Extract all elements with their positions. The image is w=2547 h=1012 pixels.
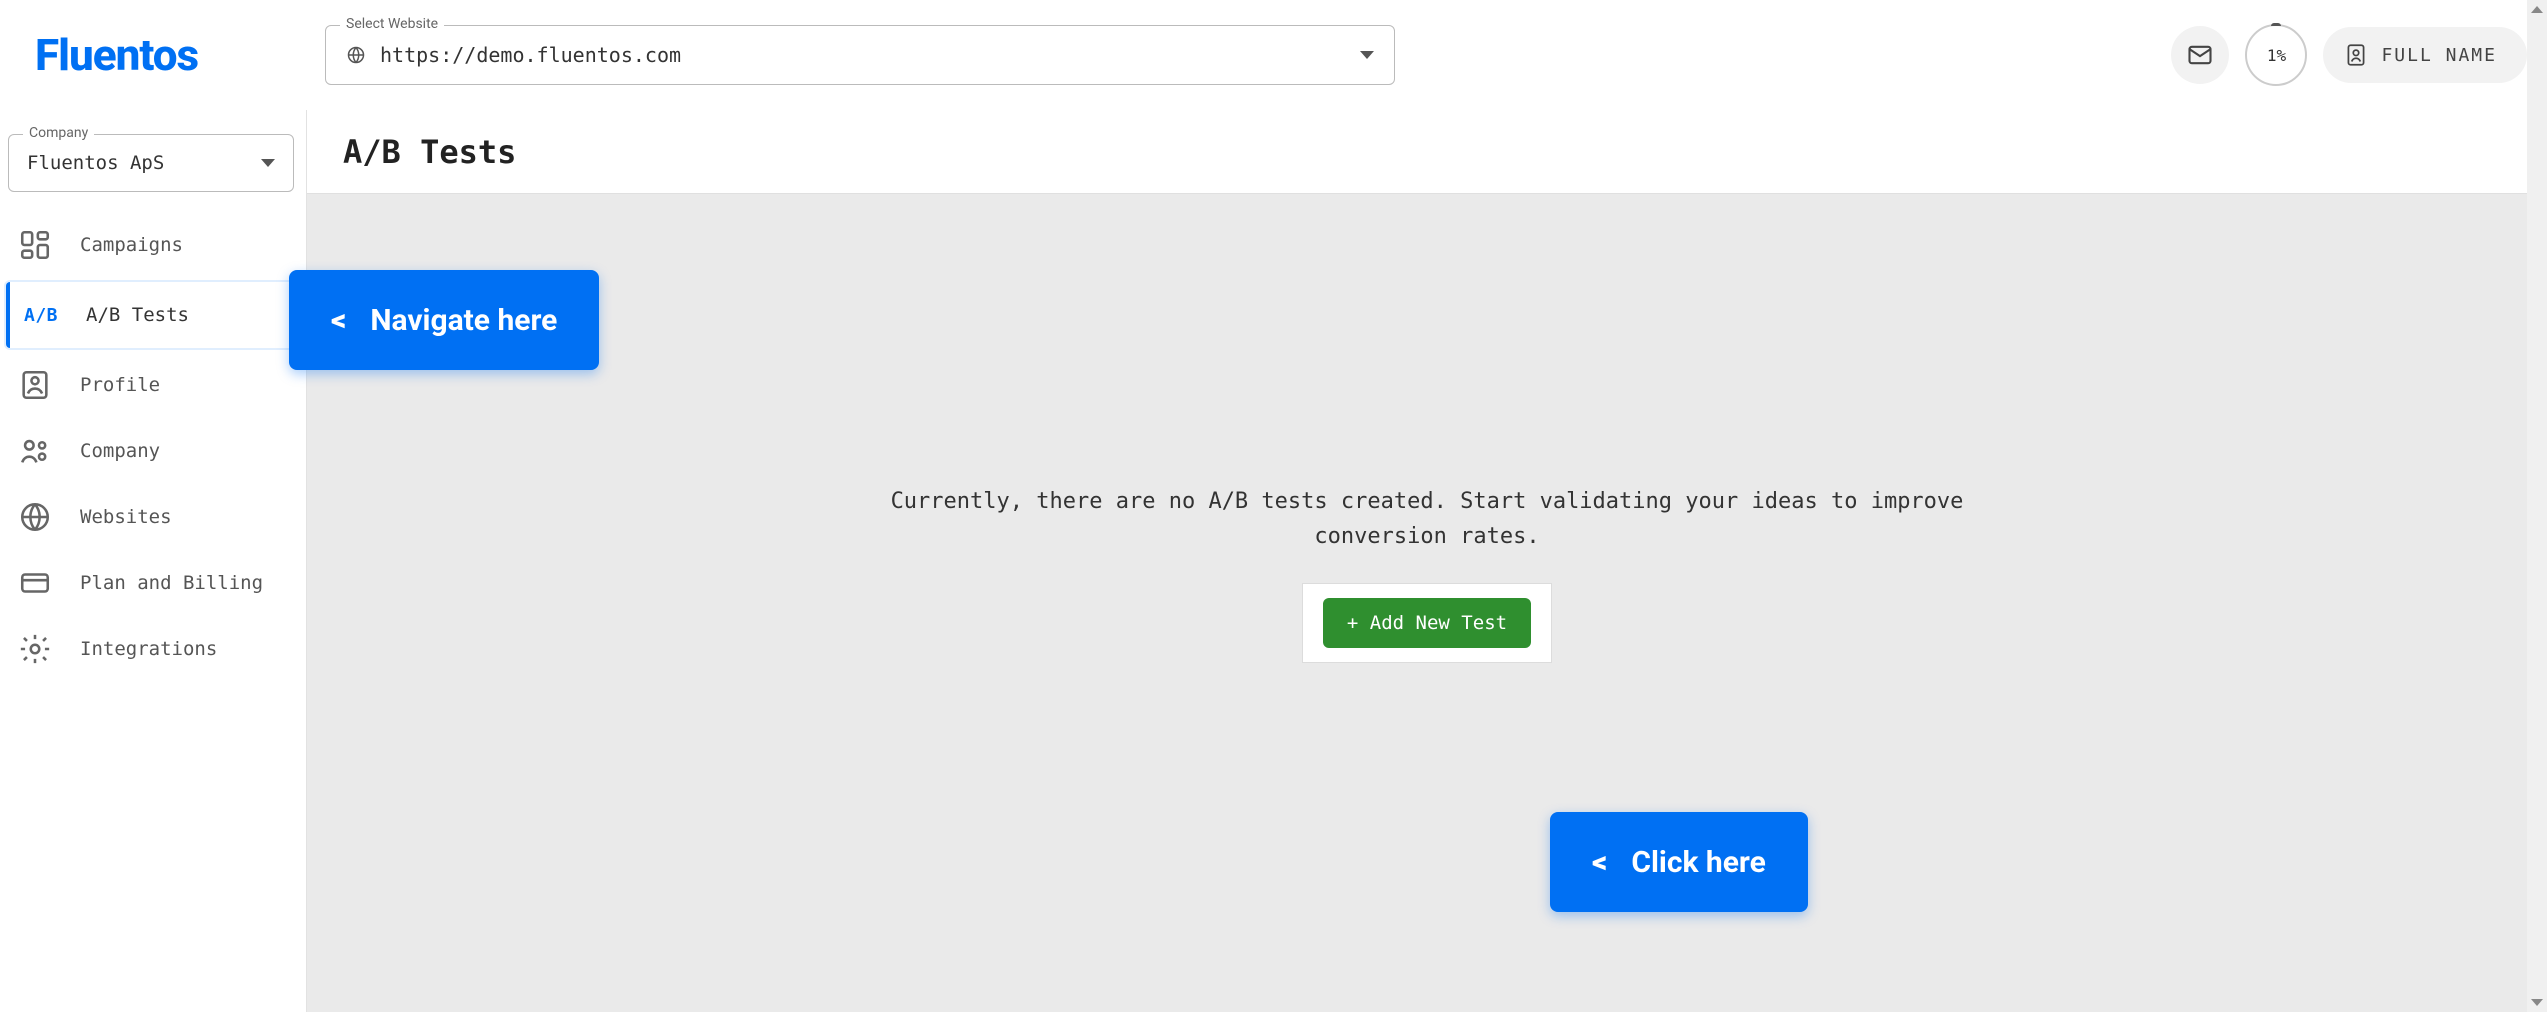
credit-card-icon: [18, 566, 52, 600]
sidebar: Company Fluentos ApS Campaigns A/B A/B T…: [0, 110, 307, 1012]
page-title: A/B Tests: [343, 133, 516, 171]
company-select-value: Fluentos ApS: [27, 152, 261, 174]
add-new-test-button[interactable]: + Add New Test: [1323, 598, 1531, 648]
ab-icon: A/B: [24, 305, 58, 326]
empty-state-text: Currently, there are no A/B tests create…: [877, 484, 1977, 554]
user-chip[interactable]: FULL NAME: [2323, 27, 2527, 83]
user-name: FULL NAME: [2381, 45, 2497, 66]
sidebar-item-label: A/B Tests: [86, 304, 189, 326]
sidebar-item-integrations[interactable]: Integrations: [0, 616, 306, 682]
globe-icon: [18, 500, 52, 534]
mail-icon: [2186, 41, 2214, 69]
sidebar-item-ab-tests[interactable]: A/B A/B Tests: [6, 282, 300, 348]
progress-value: 1%: [2267, 46, 2286, 65]
chevron-down-icon: [1360, 51, 1374, 59]
chevron-left-icon: <: [1592, 845, 1607, 880]
sidebar-item-profile[interactable]: Profile: [0, 352, 306, 418]
callout-text: Navigate here: [370, 303, 557, 338]
sidebar-item-label: Campaigns: [80, 234, 183, 256]
sidebar-item-websites[interactable]: Websites: [0, 484, 306, 550]
page-title-bar: A/B Tests: [307, 110, 2547, 194]
scroll-up-icon: [2531, 6, 2543, 13]
callout-click-here: < Click here: [1550, 812, 1808, 912]
chevron-left-icon: <: [331, 303, 346, 338]
company-select[interactable]: Company Fluentos ApS: [8, 134, 294, 192]
progress-ring[interactable]: 1%: [2245, 24, 2307, 86]
website-select[interactable]: Select Website https://demo.fluentos.com: [325, 25, 1395, 85]
scrollbar[interactable]: [2527, 0, 2547, 1012]
main-content: A/B Tests Currently, there are no A/B te…: [307, 110, 2547, 1012]
mail-button[interactable]: [2171, 26, 2229, 84]
chevron-down-icon: [261, 159, 275, 167]
sidebar-item-label: Integrations: [80, 638, 217, 660]
callout-navigate-here: < Navigate here: [289, 270, 599, 370]
callout-text: Click here: [1631, 845, 1766, 880]
sidebar-item-billing[interactable]: Plan and Billing: [0, 550, 306, 616]
website-select-value: https://demo.fluentos.com: [380, 43, 1360, 67]
gear-icon: [18, 632, 52, 666]
scroll-down-icon: [2531, 999, 2543, 1006]
globe-icon: [346, 45, 366, 65]
user-icon: [2343, 42, 2369, 68]
sidebar-item-label: Websites: [80, 506, 172, 528]
empty-state: Currently, there are no A/B tests create…: [307, 194, 2547, 1012]
campaigns-icon: [18, 228, 52, 262]
website-select-label: Select Website: [340, 16, 444, 32]
sidebar-item-label: Company: [80, 440, 160, 462]
sidebar-item-company[interactable]: Company: [0, 418, 306, 484]
add-button-container: + Add New Test: [1303, 584, 1551, 662]
header-right: 1% FULL NAME: [2171, 24, 2527, 86]
company-select-label: Company: [23, 125, 94, 141]
profile-icon: [18, 368, 52, 402]
sidebar-item-label: Profile: [80, 374, 160, 396]
company-icon: [18, 434, 52, 468]
layout: Company Fluentos ApS Campaigns A/B A/B T…: [0, 110, 2547, 1012]
header-bar: Fluentos Select Website https://demo.flu…: [0, 0, 2547, 110]
brand-logo: Fluentos: [35, 29, 285, 81]
sidebar-item-campaigns[interactable]: Campaigns: [0, 212, 306, 278]
sidebar-item-label: Plan and Billing: [80, 572, 263, 594]
